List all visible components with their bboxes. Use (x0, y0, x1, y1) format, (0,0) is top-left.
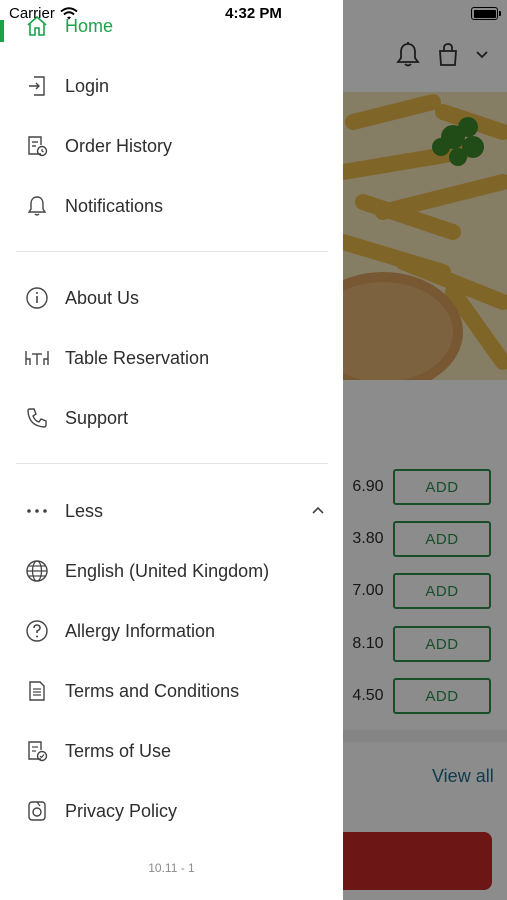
menu-item-label: Less (65, 500, 104, 521)
question-icon (24, 618, 50, 644)
login-icon (24, 73, 50, 99)
more-dots-icon (24, 498, 50, 524)
chevron-up-icon[interactable] (311, 503, 325, 517)
menu-item-login[interactable]: Login (0, 62, 343, 110)
menu-divider (16, 463, 328, 464)
menu-item-label: Privacy Policy (65, 800, 178, 821)
menu-item-support[interactable]: Support (0, 394, 343, 442)
menu-divider (16, 251, 328, 252)
menu-item-label: About Us (65, 287, 140, 308)
menu-item-notifications[interactable]: Notifications (0, 182, 343, 230)
menu-item-order-history[interactable]: Order History (0, 122, 343, 170)
menu-item-language[interactable]: English (United Kingdom) (0, 547, 343, 595)
document-icon (24, 678, 50, 704)
menu-item-label: Allergy Information (65, 620, 216, 641)
privacy-icon (24, 798, 50, 824)
bell-icon (24, 193, 50, 219)
menu-item-terms-of-use[interactable]: Terms of Use (0, 727, 343, 775)
menu-item-terms-and-conditions[interactable]: Terms and Conditions (0, 667, 343, 715)
menu-item-label: Login (65, 75, 110, 96)
menu-item-less[interactable]: Less (0, 487, 343, 535)
menu-item-about-us[interactable]: About Us (0, 274, 343, 322)
info-icon (24, 285, 50, 311)
menu-item-label: Order History (65, 135, 173, 156)
menu-item-label: Terms and Conditions (65, 680, 240, 701)
menu-item-label: Terms of Use (65, 740, 172, 761)
status-bar: Carrier 4:32 PM (0, 0, 507, 28)
menu-item-table-reservation[interactable]: Table Reservation (0, 334, 343, 382)
menu-item-label: Notifications (65, 195, 164, 216)
menu-item-privacy-policy[interactable]: Privacy Policy (0, 787, 343, 835)
status-time: 4:32 PM (225, 5, 282, 22)
document-check-icon (24, 738, 50, 764)
order-history-icon (24, 133, 50, 159)
battery-icon (471, 7, 501, 20)
menu-item-label: Support (65, 407, 129, 428)
menu-item-label: Table Reservation (65, 347, 210, 368)
table-icon (24, 345, 50, 371)
navigation-drawer: Home Login Order History Notifications A… (0, 0, 343, 900)
app-version: 10.11 - 1 (148, 861, 195, 875)
phone-icon (24, 405, 50, 431)
menu-item-label: English (United Kingdom) (65, 560, 270, 581)
globe-icon (24, 558, 50, 584)
menu-item-allergy-information[interactable]: Allergy Information (0, 607, 343, 655)
